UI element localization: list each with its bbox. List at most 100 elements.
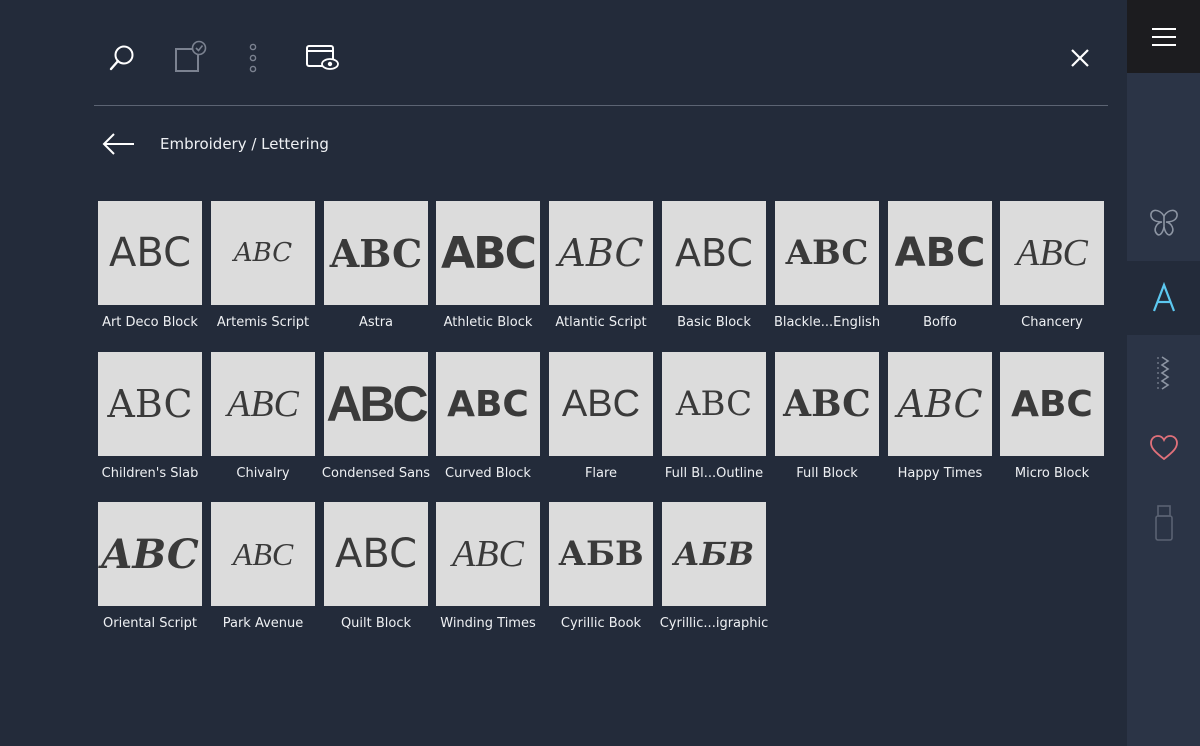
- font-preview: ABC: [436, 502, 540, 606]
- font-preview: АБВ: [662, 502, 766, 606]
- hamburger-menu-icon[interactable]: [1127, 0, 1200, 73]
- font-sample-text: АБВ: [673, 535, 755, 573]
- lettering-a-icon[interactable]: [1127, 261, 1200, 335]
- font-sample-text: ABC: [107, 382, 193, 426]
- font-name-label: Chivalry: [236, 466, 290, 481]
- font-preview: ABC: [775, 352, 879, 456]
- font-tile[interactable]: ABC Quilt Block: [324, 502, 428, 631]
- font-tile[interactable]: ABC Condensed Sans: [322, 352, 430, 481]
- font-sample-text: ABC: [232, 535, 294, 572]
- font-name-label: Oriental Script: [103, 616, 197, 631]
- font-name-label: Basic Block: [677, 315, 751, 330]
- font-preview: ABC: [549, 201, 653, 305]
- font-name-label: Winding Times: [440, 616, 536, 631]
- font-name-label: Astra: [358, 315, 394, 330]
- font-preview: ABC: [436, 201, 540, 305]
- font-sample-text: ABC: [561, 382, 641, 425]
- font-preview: ABC: [888, 352, 992, 456]
- font-tile[interactable]: ABC Park Avenue: [211, 502, 315, 631]
- font-tile[interactable]: АБВ Cyrillic...igraphic: [660, 502, 768, 631]
- font-tile[interactable]: ABC Basic Block: [662, 201, 766, 330]
- font-sample-text: ABC: [897, 382, 983, 426]
- font-tile[interactable]: ABC Flare: [549, 352, 653, 481]
- font-tile[interactable]: ABC Athletic Block: [436, 201, 540, 330]
- breadcrumb-path: Embroidery / Lettering: [160, 135, 329, 153]
- font-tile[interactable]: ABC Chancery: [1000, 201, 1104, 330]
- stitch-zigzag-icon[interactable]: [1127, 336, 1200, 410]
- font-name-label: Blackle...English: [773, 315, 881, 330]
- font-sample-text: ABC: [452, 533, 524, 575]
- font-tile[interactable]: ABC Boffo: [888, 201, 992, 330]
- font-tile[interactable]: АБВ Cyrillic Book: [549, 502, 653, 631]
- butterfly-design-icon[interactable]: [1127, 186, 1200, 260]
- font-sample-text: АБВ: [558, 534, 644, 574]
- font-preview: ABC: [211, 201, 315, 305]
- font-sample-text: ABC: [785, 233, 869, 273]
- font-preview: ABC: [98, 201, 202, 305]
- right-rail: [1127, 0, 1200, 746]
- font-preview: ABC: [324, 352, 428, 456]
- font-tile[interactable]: ABC Artemis Script: [211, 201, 315, 330]
- preview-eye-icon[interactable]: [302, 38, 342, 78]
- font-preview: ABC: [98, 352, 202, 456]
- font-tile[interactable]: ABC Happy Times: [888, 352, 992, 481]
- font-sample-text: ABC: [101, 530, 199, 578]
- font-preview: ABC: [1000, 352, 1104, 456]
- font-tile[interactable]: ABC Full Bl...Outline: [662, 352, 766, 481]
- font-name-label: Flare: [584, 466, 618, 481]
- font-tile[interactable]: ABC Full Block: [775, 352, 879, 481]
- font-tile[interactable]: ABC Chivalry: [211, 352, 315, 481]
- font-sample-text: ABC: [108, 230, 192, 276]
- font-preview: ABC: [549, 352, 653, 456]
- font-name-label: Condensed Sans: [321, 466, 431, 481]
- close-icon[interactable]: [1060, 38, 1100, 78]
- font-sample-text: ABC: [1016, 232, 1088, 274]
- font-preview: ABC: [211, 352, 315, 456]
- select-frame-icon[interactable]: [170, 38, 210, 78]
- font-tile[interactable]: ABC Blackle...English: [774, 201, 880, 330]
- font-preview: ABC: [662, 352, 766, 456]
- font-tile[interactable]: ABC Atlantic Script: [549, 201, 653, 330]
- font-preview: ABC: [211, 502, 315, 606]
- font-sample-text: ABC: [558, 231, 644, 275]
- font-preview: ABC: [324, 201, 428, 305]
- font-tile[interactable]: ABC Winding Times: [436, 502, 540, 631]
- more-vertical-icon[interactable]: [233, 38, 273, 78]
- font-sample-text: ABC: [894, 230, 986, 276]
- favorites-heart-icon[interactable]: [1127, 411, 1200, 485]
- back-arrow-icon[interactable]: [100, 126, 140, 162]
- font-preview: ABC: [1000, 201, 1104, 305]
- font-sample-text: ABC: [329, 230, 423, 276]
- font-tile[interactable]: ABC Oriental Script: [98, 502, 202, 631]
- search-icon[interactable]: [102, 38, 142, 78]
- font-tile[interactable]: ABC Micro Block: [1000, 352, 1104, 481]
- font-name-label: Children's Slab: [101, 466, 199, 481]
- font-sample-text: ABC: [326, 376, 428, 432]
- font-name-label: Athletic Block: [443, 315, 533, 330]
- font-preview: ABC: [888, 201, 992, 305]
- font-name-label: Quilt Block: [340, 616, 412, 631]
- font-name-label: Chancery: [1021, 315, 1083, 330]
- font-preview: ABC: [775, 201, 879, 305]
- font-name-label: Happy Times: [897, 466, 983, 481]
- breadcrumb: Embroidery / Lettering: [100, 126, 329, 162]
- font-preview: ABC: [98, 502, 202, 606]
- font-preview: ABC: [324, 502, 428, 606]
- font-name-label: Park Avenue: [222, 616, 304, 631]
- font-name-label: Micro Block: [1014, 466, 1090, 481]
- font-name-label: Full Bl...Outline: [664, 466, 764, 481]
- font-name-label: Full Block: [796, 466, 858, 481]
- font-tile[interactable]: ABC Children's Slab: [98, 352, 202, 481]
- font-name-label: Atlantic Script: [555, 315, 647, 330]
- font-tile[interactable]: ABC Curved Block: [436, 352, 540, 481]
- font-preview: АБВ: [549, 502, 653, 606]
- font-sample-text: ABC: [1011, 383, 1093, 425]
- font-preview: ABC: [662, 201, 766, 305]
- font-tile[interactable]: ABC Astra: [324, 201, 428, 330]
- usb-stick-icon[interactable]: [1127, 486, 1200, 560]
- font-sample-text: ABC: [675, 231, 753, 275]
- top-toolbar: [94, 0, 1108, 106]
- font-tile[interactable]: ABC Art Deco Block: [98, 201, 202, 330]
- font-sample-text: ABC: [675, 384, 753, 424]
- font-sample-text: ABC: [441, 227, 537, 279]
